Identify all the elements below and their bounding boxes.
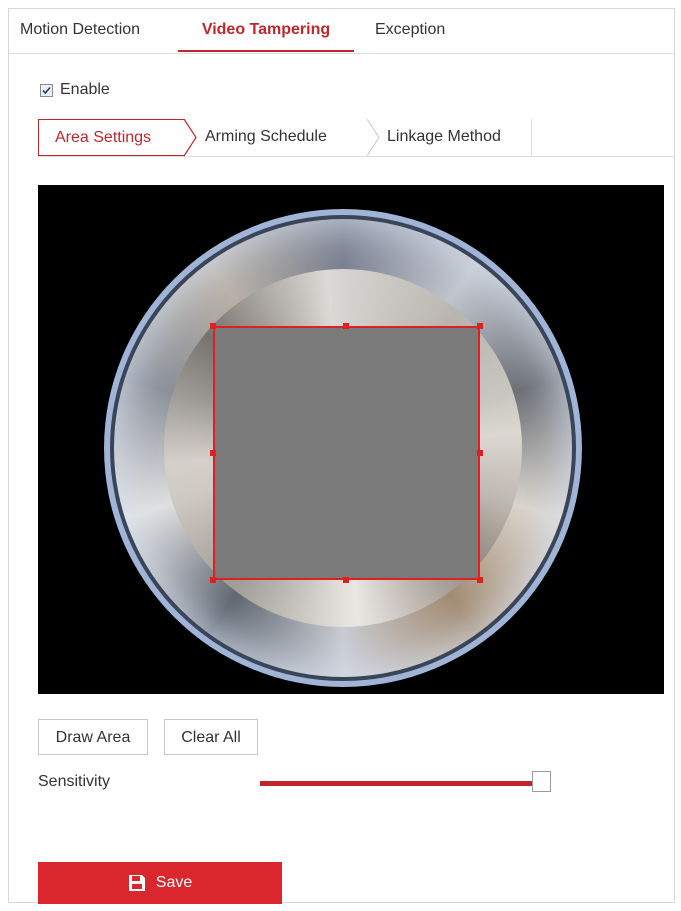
sub-tab-bar: Area Settings Arming Schedule Linkage Me… <box>38 119 674 157</box>
checkmark-icon <box>42 86 51 94</box>
floppy-disk-icon <box>128 874 146 892</box>
save-button[interactable]: Save <box>38 862 282 904</box>
chevron-right-icon <box>367 119 380 156</box>
subtab-linkage-method[interactable]: Linkage Method <box>387 119 501 155</box>
enable-checkbox[interactable] <box>40 83 53 97</box>
sensitivity-label: Sensitivity <box>38 773 111 790</box>
sensitivity-slider-track[interactable] <box>260 781 550 786</box>
mask-handle-middle-left[interactable] <box>210 450 216 456</box>
mask-handle-bottom-left[interactable] <box>210 577 216 583</box>
mask-handle-middle-right[interactable] <box>477 450 483 456</box>
mask-handle-top-right[interactable] <box>477 323 483 329</box>
subtab-area-settings[interactable]: Area Settings <box>38 119 185 156</box>
mask-handle-top-left[interactable] <box>210 323 216 329</box>
enable-row: Enable <box>40 81 110 99</box>
clear-all-button[interactable]: Clear All <box>164 719 258 755</box>
save-label: Save <box>155 874 193 891</box>
video-tampering-panel: Motion Detection Video Tampering Excepti… <box>8 8 675 904</box>
tab-video-tampering[interactable]: Video Tampering <box>178 9 354 52</box>
enable-label: Enable <box>60 81 110 98</box>
chevron-right-icon <box>184 119 197 156</box>
tampering-area-mask[interactable] <box>213 326 480 580</box>
tab-exception[interactable]: Exception <box>375 9 445 52</box>
tab-motion-detection[interactable]: Motion Detection <box>20 9 140 52</box>
mask-handle-bottom-middle[interactable] <box>343 577 349 583</box>
video-preview[interactable] <box>38 185 664 694</box>
mask-handle-top-middle[interactable] <box>343 323 349 329</box>
draw-area-button[interactable]: Draw Area <box>38 719 148 755</box>
sensitivity-slider-fill <box>260 781 542 786</box>
sensitivity-slider-thumb[interactable] <box>532 771 552 792</box>
subtab-divider <box>531 119 532 156</box>
mask-handle-bottom-right[interactable] <box>477 577 483 583</box>
top-tab-bar: Motion Detection Video Tampering Excepti… <box>9 9 674 54</box>
subtab-arming-schedule[interactable]: Arming Schedule <box>205 119 327 155</box>
